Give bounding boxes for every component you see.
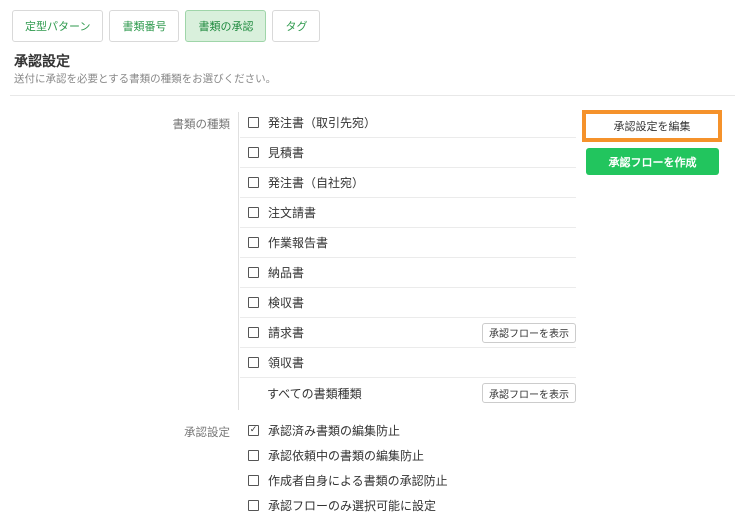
show-flow-button[interactable]: 承認フローを表示 [482,322,576,343]
doc-type-label: 注文請書 [268,206,317,220]
all-types-label: すべての書類種類 [267,386,362,401]
list-item[interactable]: 作成者自身による書類の承認防止 [240,468,576,493]
list-item[interactable]: 請求書 承認フローを表示 [240,318,576,348]
list-item[interactable]: 検収書 [240,288,576,318]
doc-type-label: 検収書 [268,296,305,310]
doc-type-label: 納品書 [268,266,305,280]
checkbox[interactable] [248,450,259,461]
doc-types-label: 書類の種類 [172,117,231,131]
list-item[interactable]: 注文請書 [240,198,576,228]
checkbox-checked[interactable]: ✓ [248,425,259,436]
create-approval-flow-button[interactable]: 承認フローを作成 [586,148,719,175]
doc-type-label: 見積書 [268,146,305,160]
divider [10,95,735,96]
doc-type-label: 請求書 [268,326,305,340]
edit-approval-settings-button[interactable]: 承認設定を編集 [582,110,722,142]
show-flow-button[interactable]: 承認フローを表示 [482,383,576,403]
setting-label: 承認済み書類の編集防止 [268,424,401,438]
setting-label: 承認フローのみ選択可能に設定 [268,499,437,513]
checkbox[interactable] [248,117,259,128]
list-item-all-types: すべての書類種類 承認フローを表示 [240,378,576,408]
setting-label: 承認依頼中の書類の編集防止 [268,449,425,463]
list-item[interactable]: 発注書（取引先宛） [240,108,576,138]
checkbox[interactable] [248,207,259,218]
page-subtitle: 送付に承認を必要とする書類の種類をお選びください。 [14,73,277,85]
doc-type-label: 作業報告書 [268,236,329,250]
list-item[interactable]: 発注書（自社宛） [240,168,576,198]
list-item[interactable]: ✓ 承認済み書類の編集防止 [240,418,576,443]
checkbox[interactable] [248,177,259,188]
tab-tags[interactable]: タグ [272,10,321,42]
checkbox[interactable] [248,237,259,248]
list-item[interactable]: 納品書 [240,258,576,288]
list-item[interactable]: 承認フローのみ選択可能に設定 [240,493,576,518]
checkbox[interactable] [248,500,259,511]
doc-type-label: 発注書（自社宛） [268,176,365,190]
list-item[interactable]: 領収書 [240,348,576,378]
checkbox[interactable] [248,357,259,368]
section-divider-line [238,112,239,410]
checkbox[interactable] [248,475,259,486]
tab-document-approval[interactable]: 書類の承認 [185,10,267,42]
tab-document-number[interactable]: 書類番号 [109,10,180,42]
checkbox[interactable] [248,147,259,158]
setting-label: 作成者自身による書類の承認防止 [268,474,448,488]
checkbox[interactable] [248,267,259,278]
page-title: 承認設定 [14,54,70,70]
tab-bar: 定型パターン 書類番号 書類の承認 タグ [12,10,326,42]
settings-list: ✓ 承認済み書類の編集防止 承認依頼中の書類の編集防止 作成者自身による書類の承認… [240,418,576,518]
doc-type-label: 発注書（取引先宛） [268,116,377,130]
doc-type-label: 領収書 [268,356,305,370]
checkbox[interactable] [248,327,259,338]
list-item[interactable]: 承認依頼中の書類の編集防止 [240,443,576,468]
list-item[interactable]: 見積書 [240,138,576,168]
checkbox[interactable] [248,297,259,308]
tab-template-patterns[interactable]: 定型パターン [12,10,104,42]
doc-type-list: 発注書（取引先宛） 見積書 発注書（自社宛） 注文請書 作業報告書 納品書 検収… [240,108,576,408]
settings-label: 承認設定 [184,425,230,439]
list-item[interactable]: 作業報告書 [240,228,576,258]
